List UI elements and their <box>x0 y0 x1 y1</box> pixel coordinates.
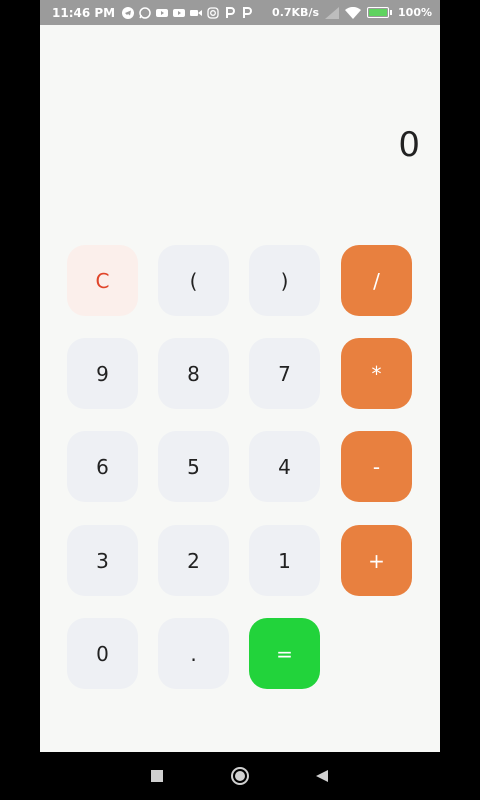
battery-percent: 100% <box>398 6 432 19</box>
status-time: 11:46 PM <box>52 5 116 20</box>
instagram-icon <box>207 6 219 19</box>
right-paren-button[interactable]: ) <box>249 245 320 316</box>
digit-9-button[interactable]: 9 <box>67 338 138 409</box>
multiply-button[interactable]: * <box>341 338 412 409</box>
minus-button[interactable]: - <box>341 431 412 502</box>
wifi-icon <box>345 6 362 19</box>
digit-6-button[interactable]: 6 <box>67 431 138 502</box>
signal-icon <box>325 6 340 19</box>
circle-home-icon[interactable] <box>230 766 250 786</box>
calculator-display: 0 <box>398 125 420 165</box>
p-icon <box>243 6 253 18</box>
video-icon <box>190 9 203 16</box>
youtube-icon <box>173 8 186 17</box>
digit-8-button[interactable]: 8 <box>158 338 229 409</box>
digit-1-button[interactable]: 1 <box>249 525 320 596</box>
clear-button[interactable]: C <box>67 245 138 316</box>
p-icon <box>226 6 236 18</box>
digit-5-button[interactable]: 5 <box>158 431 229 502</box>
decimal-point-button[interactable]: . <box>158 618 229 689</box>
digit-3-button[interactable]: 3 <box>67 525 138 596</box>
calculator-app: 0 C ( ) / 9 8 7 * 6 5 4 - 3 2 1 + 0 . = <box>40 25 440 752</box>
battery-icon <box>367 7 393 18</box>
navigation-bar <box>0 752 480 800</box>
digit-4-button[interactable]: 4 <box>249 431 320 502</box>
square-recents-icon[interactable] <box>150 769 164 783</box>
youtube-icon <box>156 8 169 17</box>
digit-2-button[interactable]: 2 <box>158 525 229 596</box>
divide-button[interactable]: / <box>341 245 412 316</box>
telegram-icon <box>122 6 135 19</box>
triangle-back-icon[interactable] <box>315 769 329 783</box>
whatsapp-icon <box>139 6 151 19</box>
network-speed: 0.7KB/s <box>272 6 320 19</box>
digit-7-button[interactable]: 7 <box>249 338 320 409</box>
plus-button[interactable]: + <box>341 525 412 596</box>
digit-0-button[interactable]: 0 <box>67 618 138 689</box>
status-bar: 11:46 PM 0.7KB/s 100% <box>40 0 440 25</box>
equals-button[interactable]: = <box>249 618 320 689</box>
left-paren-button[interactable]: ( <box>158 245 229 316</box>
